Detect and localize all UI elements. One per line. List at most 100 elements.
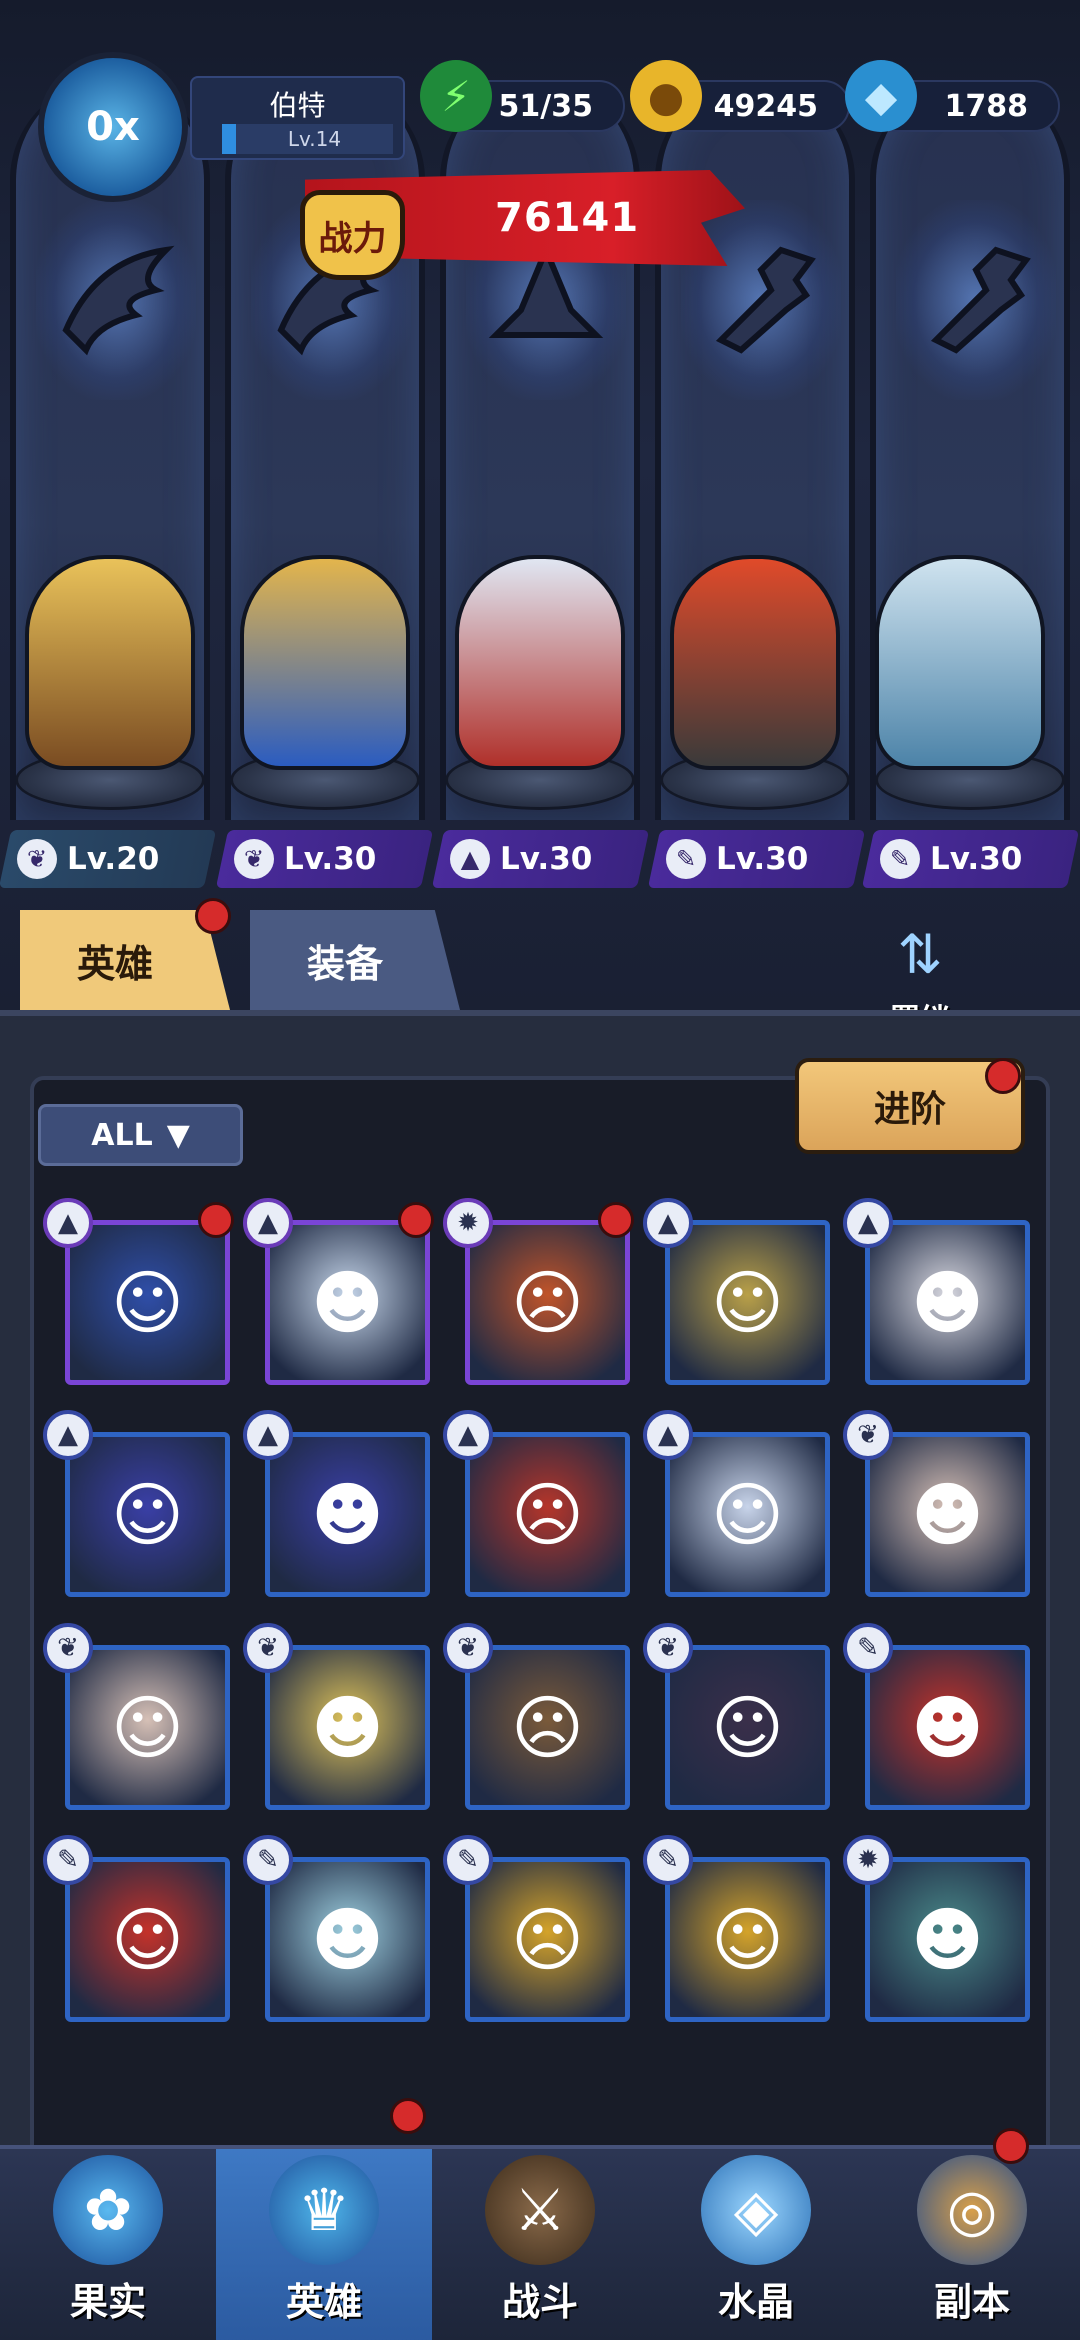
hero-portrait: ☹ — [511, 1473, 584, 1556]
lineup-hero-3[interactable] — [455, 555, 625, 770]
notification-dot — [195, 898, 231, 934]
diamond-add-icon[interactable]: ◆ — [845, 60, 917, 132]
notification-dot — [390, 2098, 426, 2134]
notification-dot — [598, 1202, 634, 1238]
level-text: Lv.30 — [500, 841, 593, 877]
diamond-value: 1788 — [944, 88, 1029, 124]
tab-equipment-label: 装备 — [306, 941, 383, 986]
hero-card[interactable]: ☺ — [665, 1220, 830, 1385]
hero-card[interactable]: ☺ — [65, 1220, 230, 1385]
hero-portrait: ☻ — [311, 1898, 384, 1981]
bottom-nav: ✿ 果实 ♛ 英雄 ⚔ 战斗 ◈ 水晶 ◎ 副本 — [0, 2145, 1080, 2340]
hero-card[interactable]: ☺ — [65, 1432, 230, 1597]
avatar[interactable]: 0x — [38, 52, 188, 202]
hero-portrait: ☻ — [311, 1686, 384, 1769]
hero-card[interactable]: ☹ — [465, 1432, 630, 1597]
level-text: Lv.20 — [67, 841, 160, 877]
hero-portrait: ☺ — [711, 1898, 784, 1981]
hero-card[interactable]: ☹ — [465, 1645, 630, 1810]
nav-heroes[interactable]: ♛ 英雄 — [216, 2149, 432, 2340]
tab-equipment[interactable]: 装备 — [250, 910, 460, 1010]
lineup-level-tag: ❦ Lv.30 — [215, 830, 434, 888]
hero-portrait: ☺ — [711, 1686, 784, 1769]
notification-dot — [993, 2128, 1029, 2164]
hero-portrait: ☻ — [911, 1473, 984, 1556]
hero-card[interactable]: ☹ — [465, 1220, 630, 1385]
lineup-level-tag: ✎ Lv.30 — [861, 830, 1080, 888]
nav-label: 战斗 — [501, 2280, 578, 2324]
hero-card[interactable]: ☻ — [865, 1857, 1030, 2022]
lineup-hero-4[interactable] — [670, 555, 840, 770]
claw-icon: ✹ — [843, 1835, 893, 1885]
notification-dot — [985, 1058, 1021, 1094]
hero-portrait: ☺ — [111, 1473, 184, 1556]
lineup-hero-1[interactable] — [25, 555, 195, 770]
gold-coin-add-icon[interactable]: ● — [630, 60, 702, 132]
wrench-emblem-icon — [930, 246, 1031, 354]
hero-portrait: ☹ — [511, 1261, 584, 1344]
hat-icon: ▲ — [843, 1198, 893, 1248]
lineup-hero-5[interactable] — [875, 555, 1045, 770]
level-text: Lv.30 — [284, 841, 377, 877]
nav-label: 果实 — [69, 2280, 146, 2324]
hero-card[interactable]: ☻ — [865, 1432, 1030, 1597]
hero-card[interactable]: ☺ — [665, 1645, 830, 1810]
nav-label: 副本 — [933, 2280, 1010, 2324]
hero-portrait: ☹ — [511, 1686, 584, 1769]
hero-card[interactable]: ☺ — [665, 1432, 830, 1597]
nav-battle[interactable]: ⚔ 战斗 — [432, 2149, 648, 2340]
hat-icon: ▲ — [243, 1198, 293, 1248]
nav-label: 英雄 — [285, 2280, 362, 2324]
hero-card[interactable]: ☻ — [265, 1857, 430, 2022]
dungeon-icon: ◎ — [917, 2155, 1027, 2265]
player-info[interactable]: 伯特 Lv.14 — [190, 76, 405, 160]
hero-card[interactable]: ☻ — [265, 1645, 430, 1810]
hat-icon: ▲ — [643, 1410, 693, 1460]
level-text: Lv.30 — [930, 841, 1023, 877]
wing-icon: ❦ — [234, 839, 274, 879]
hero-card[interactable]: ☺ — [65, 1645, 230, 1810]
lineup-hero-2[interactable] — [240, 555, 410, 770]
hero-card[interactable]: ☻ — [865, 1645, 1030, 1810]
bond-label: 羁绊 — [890, 995, 950, 1010]
nav-fruit[interactable]: ✿ 果实 — [0, 2149, 216, 2340]
wrench-icon: ✎ — [880, 839, 920, 879]
stamina-value: 51/35 — [498, 88, 593, 124]
lineup-level-tag: ❦ Lv.20 — [0, 830, 217, 888]
hero-portrait: ☺ — [111, 1261, 184, 1344]
hero-card[interactable]: ☻ — [265, 1220, 430, 1385]
hero-portrait: ☺ — [111, 1686, 184, 1769]
hero-card[interactable]: ☺ — [665, 1857, 830, 2022]
filter-dropdown[interactable]: ALL ▼ — [38, 1104, 243, 1166]
hero-portrait: ☺ — [711, 1261, 784, 1344]
hat-icon: ▲ — [643, 1198, 693, 1248]
lineup-level-tag: ✎ Lv.30 — [647, 830, 866, 888]
hero-portrait: ☻ — [911, 1261, 984, 1344]
nav-crystal[interactable]: ◈ 水晶 — [648, 2149, 864, 2340]
nav-dungeon[interactable]: ◎ 副本 — [864, 2149, 1080, 2340]
avatar-label: 0x — [86, 104, 140, 150]
claw-icon: ✹ — [443, 1198, 493, 1248]
wrench-icon: ✎ — [43, 1835, 93, 1885]
level-text: Lv.30 — [716, 841, 809, 877]
hero-portrait: ☺ — [711, 1473, 784, 1556]
hero-card[interactable]: ☺ — [65, 1857, 230, 2022]
gold-value: 49245 — [713, 88, 818, 124]
hero-card[interactable]: ☹ — [465, 1857, 630, 2022]
player-name: 伯特 — [269, 89, 326, 122]
lightning-add-icon[interactable]: ⚡ — [420, 60, 492, 132]
hero-card[interactable]: ☻ — [865, 1220, 1030, 1385]
wing-icon: ❦ — [443, 1623, 493, 1673]
fruit-icon: ✿ — [53, 2155, 163, 2265]
hero-portrait: ☻ — [911, 1898, 984, 1981]
wrench-icon: ✎ — [843, 1623, 893, 1673]
bond-button[interactable]: ⇅ 羁绊 — [855, 915, 985, 1010]
crystal-icon: ◈ — [701, 2155, 811, 2265]
hat-icon: ▲ — [43, 1410, 93, 1460]
wrench-icon: ✎ — [643, 1835, 693, 1885]
wing-icon: ❦ — [643, 1623, 693, 1673]
hero-portrait: ☻ — [311, 1473, 384, 1556]
combat-power-label: 战力 — [318, 218, 387, 259]
hero-card[interactable]: ☻ — [265, 1432, 430, 1597]
combat-power-value: 76141 — [495, 195, 640, 241]
